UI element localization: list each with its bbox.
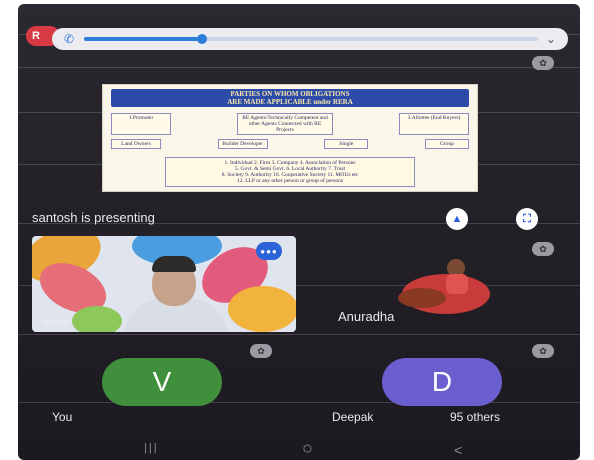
slide-heading-line: PARTIES ON WHOM OBLIGATIONS [230, 90, 350, 98]
slide-heading: PARTIES ON WHOM OBLIGATIONS ARE MADE APP… [111, 89, 469, 107]
shared-presentation-slide: PARTIES ON WHOM OBLIGATIONS ARE MADE APP… [102, 84, 478, 192]
slide-box-group: Group [424, 139, 469, 149]
call-progress-track [84, 34, 538, 44]
home-button[interactable]: ○ [302, 438, 313, 459]
background-petal [228, 286, 296, 332]
scanline [18, 402, 580, 403]
slide-box-builder: Builder Developer [217, 139, 268, 149]
fullscreen-icon[interactable]: ⛶ [516, 208, 538, 230]
slide-row-types: Land Owners Builder Developer Single Gro… [111, 139, 469, 149]
mic-off-icon: ✿ [532, 56, 554, 70]
phone-icon: ✆ [64, 32, 75, 46]
slide-footer-list: 1. Individual 2. Firm 3. Company 4. Asso… [165, 157, 415, 187]
presenter-hair [152, 256, 196, 272]
participant-tile-anuradha[interactable]: Anuradha [328, 236, 566, 332]
presenting-status-text: santosh is presenting [32, 210, 155, 225]
slide-box-land-owners: Land Owners [111, 139, 161, 149]
slide-row-parties: 1.Promoter RE Agents/Technically Compete… [111, 113, 469, 135]
pin-icon[interactable]: ▲ [446, 208, 468, 230]
you-label: You [52, 410, 73, 424]
deepak-avatar[interactable]: D [382, 358, 502, 406]
recents-button[interactable]: ||| [144, 442, 159, 454]
audio-level-icon: ●●● [256, 242, 282, 260]
call-progress-fill [84, 37, 203, 41]
chevron-down-icon[interactable]: ⌄ [546, 32, 556, 46]
slide-box-allottee: 3.Allottee (End Buyers) [399, 113, 469, 135]
presenter-video-tile[interactable]: ●●● santosh [32, 236, 296, 332]
call-progress-knob [197, 34, 208, 44]
deepak-label: Deepak [332, 410, 374, 424]
others-count-label[interactable]: 95 others [450, 410, 500, 424]
scanline [18, 67, 580, 68]
slide-box-agents: RE Agents/Technically Competent and othe… [237, 113, 333, 135]
background-petal [72, 306, 122, 332]
anuradha-avatar [398, 259, 490, 314]
presenter-tile-name: santosh [42, 317, 71, 326]
participant-name: Anuradha [338, 309, 395, 324]
slide-footer-line: 12. LLP or any other person or group of … [236, 178, 344, 184]
call-status-bar[interactable]: ✆ ⌄ [52, 28, 568, 50]
you-avatar[interactable]: V [102, 358, 222, 406]
mic-off-icon: ✿ [250, 344, 272, 358]
back-button[interactable]: < [454, 442, 462, 458]
slide-box-promoter: 1.Promoter [111, 113, 171, 135]
meeting-screen: R ✆ ⌄ ✿ PARTIES ON WHOM OBLIGATIONS ARE … [18, 4, 580, 460]
slide-heading-line: ARE MADE APPLICABLE under RERA [227, 98, 353, 106]
slide-box-single: Single [324, 139, 369, 149]
mic-off-icon: ✿ [532, 344, 554, 358]
scanline [18, 334, 580, 335]
